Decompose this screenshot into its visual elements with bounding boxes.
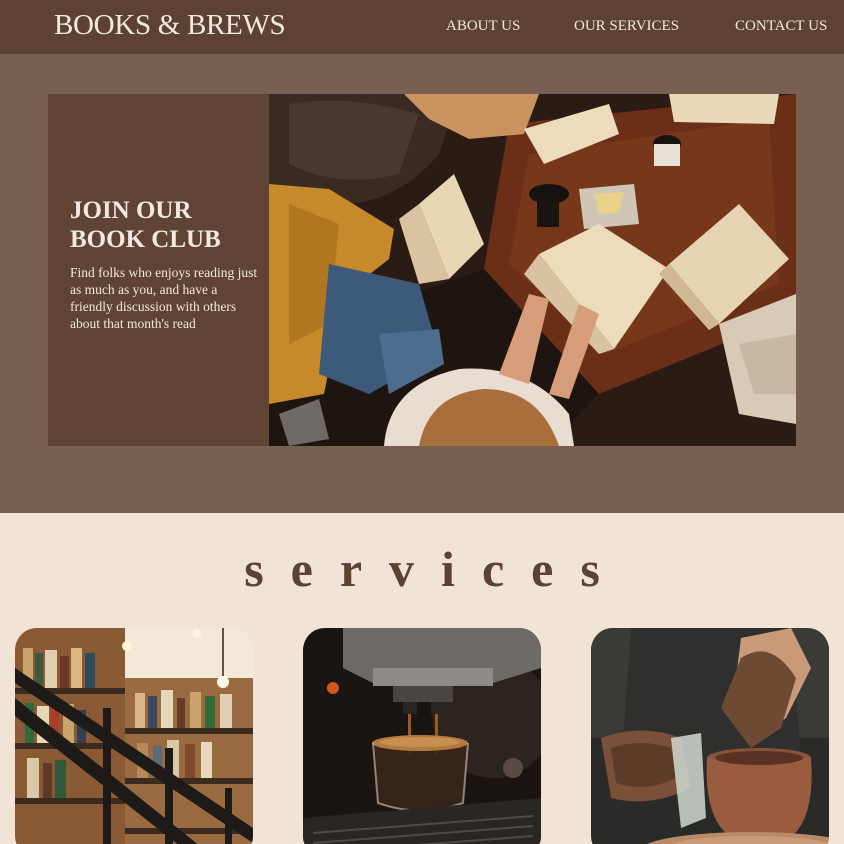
service-card-coffee[interactable] (303, 628, 541, 844)
hero-text-block: JOIN OUR BOOK CLUB Find folks who enjoys… (70, 196, 260, 332)
hero-section: JOIN OUR BOOK CLUB Find folks who enjoys… (0, 54, 844, 513)
hero-title: JOIN OUR BOOK CLUB (70, 197, 221, 253)
espresso-photo (303, 628, 541, 844)
bookstore-photo (15, 628, 253, 844)
pottery-photo (591, 628, 829, 844)
site-header: BOOKS & BREWS ABOUT US OUR SERVICES CONT… (0, 0, 844, 54)
site-logo[interactable]: BOOKS & BREWS (54, 9, 286, 42)
book-club-photo (269, 94, 796, 446)
nav-about-us[interactable]: ABOUT US (446, 18, 520, 35)
service-card-bookstore[interactable] (15, 628, 253, 844)
hero-description: Find folks who enjoys reading just as mu… (70, 265, 258, 331)
nav-our-services[interactable]: OUR SERVICES (574, 18, 679, 35)
book-club-banner: JOIN OUR BOOK CLUB Find folks who enjoys… (48, 94, 796, 446)
service-card-pottery[interactable] (591, 628, 829, 844)
services-heading: services (244, 541, 627, 597)
nav-contact-us[interactable]: CONTACT US (735, 18, 827, 35)
